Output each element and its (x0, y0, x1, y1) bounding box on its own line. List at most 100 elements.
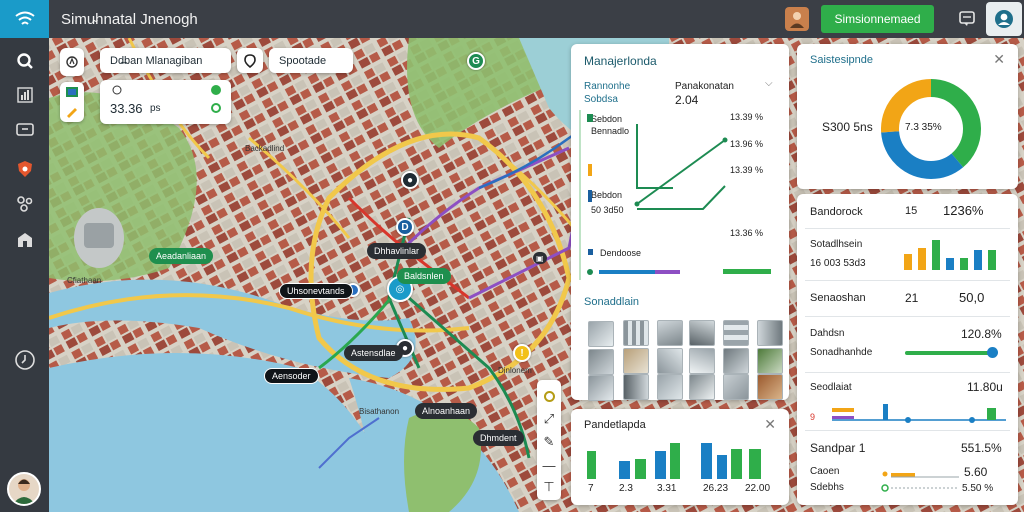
street-label-6: Bisathanon (359, 407, 400, 416)
kpi-row4-value: 120.8% (961, 327, 1002, 341)
map-pin-north[interactable]: G (467, 52, 485, 70)
search-bar[interactable]: Dd̶ban Mlanagiban (100, 48, 231, 73)
app-logo[interactable] (0, 0, 49, 38)
thumbnail-4[interactable] (689, 320, 715, 346)
collapse-chevron-icon[interactable]: ⌵ (765, 78, 773, 89)
kpi-divider (805, 228, 1010, 229)
thumbnail-13[interactable] (588, 375, 614, 401)
map-badge[interactable]: ▣ (533, 252, 547, 264)
screen-icon (15, 122, 34, 136)
location-icon (244, 53, 256, 68)
map-pin-alert[interactable]: ! (513, 344, 531, 362)
account-avatar[interactable] (7, 472, 41, 506)
kpi-mini-chart: 9 (810, 404, 1006, 423)
map-label-station-4[interactable]: Astensdlae (344, 345, 403, 361)
thumbnail-5[interactable] (723, 320, 749, 346)
gauge-tool[interactable] (537, 384, 561, 408)
map-label-street-2[interactable]: Aeadanliaan (149, 248, 214, 264)
map-label-station-5[interactable]: Aensoder (264, 368, 319, 384)
thumbnail-18[interactable] (757, 374, 783, 400)
field1-label: Rannonhe (584, 81, 631, 92)
online-indicator (211, 85, 221, 95)
chat-button[interactable] (948, 0, 986, 38)
district-label-2: Cfiathaan (67, 276, 102, 285)
network-icon (16, 195, 32, 212)
thumbnail-11[interactable] (723, 348, 749, 374)
map-pin-d[interactable]: D (396, 218, 414, 236)
thumbnail-2[interactable] (623, 320, 649, 346)
sidebar-item-network[interactable] (12, 191, 37, 216)
thumbnail-16[interactable] (689, 374, 715, 400)
data-icon[interactable] (65, 86, 79, 98)
simulation-button[interactable]: Simsionnemaed (821, 5, 934, 33)
search-icon (16, 52, 33, 69)
map-tools (60, 82, 84, 122)
thumbnail-9[interactable] (657, 348, 683, 374)
sidebar-item-security[interactable] (12, 156, 37, 181)
kpi-row5-label: Sonadhanhde (810, 347, 873, 358)
kpi-row1-value: 1236% (943, 203, 984, 218)
thumbnail-8[interactable] (623, 348, 649, 374)
sidebar-item-media[interactable] (12, 117, 37, 142)
kpi-divider (805, 280, 1010, 281)
search-label: Dd̶ban Mlanagiban (110, 54, 203, 67)
kpi-bar-chart-1 (904, 240, 996, 270)
app-title: Simu̴hnatal Jnenogh (61, 10, 198, 28)
thumbnail-1[interactable] (588, 321, 614, 347)
edit-icon[interactable] (65, 106, 79, 118)
kpi-row4-label: Dahdsn (810, 328, 845, 339)
sidebar-item-buildings[interactable] (12, 227, 37, 252)
toggle-indicator[interactable] (211, 103, 221, 113)
crop-icon: ⊤ (543, 479, 555, 494)
user-avatar[interactable] (785, 7, 809, 31)
bottom-tick-1: 7 (588, 483, 594, 494)
crop-tool[interactable]: ⊤ (537, 475, 561, 499)
sidebar-item-analytics[interactable] (12, 82, 37, 107)
thumbnail-15[interactable] (657, 374, 683, 400)
field1-value: Sobdsa (584, 94, 618, 105)
status-panel-close-icon[interactable]: ✕ (993, 51, 1005, 68)
info-icon (112, 85, 122, 98)
thumbnail-17[interactable] (723, 374, 749, 400)
kpi-divider (805, 372, 1010, 373)
bar-chart-icon (16, 86, 33, 103)
thumbnail-7[interactable] (588, 349, 614, 375)
thumbnail-3[interactable] (657, 320, 683, 346)
map-label-station-8[interactable]: Dhmdent (473, 430, 524, 446)
thumbnail-10[interactable] (689, 348, 715, 374)
thumbnail-12[interactable] (757, 348, 783, 374)
kpi-divider (805, 316, 1010, 317)
sidebar-item-search[interactable] (12, 48, 37, 73)
mode-selector[interactable]: Spootade (269, 48, 353, 73)
kpi-row9-label: Sdebhs (810, 482, 844, 493)
minus-icon: — (542, 457, 556, 473)
kpi-row9-value: 5.50 % (962, 483, 994, 494)
map-label-station-1[interactable]: Uhsonevtands (279, 283, 353, 299)
map-label-station-3[interactable]: Baldsnlen (397, 268, 451, 284)
kpi-row7-label: Sandpar 1 (810, 441, 866, 455)
bottom-panel-close-icon[interactable]: ✕ (764, 416, 776, 433)
thumbnail-6[interactable] (757, 320, 783, 346)
map-pin-center[interactable]: ● (401, 171, 419, 189)
bottom-tick-4: 26.23 (703, 483, 729, 494)
map-label-station-7[interactable]: Alnoanhaan (415, 403, 478, 419)
pen-tool[interactable]: ✎ (537, 430, 561, 454)
top-bar: Simu̴hnatal Jnenogh Simsionnemaed (0, 0, 1024, 38)
stat-unit: ps (150, 103, 161, 114)
layers-button[interactable] (60, 48, 84, 76)
minus-tool[interactable]: — (537, 453, 561, 477)
sidebar-item-history[interactable] (12, 347, 37, 372)
expand-tool[interactable]: ⤢ (537, 407, 561, 431)
stat-value: 33.36 (110, 101, 143, 116)
thumbnail-14[interactable] (623, 374, 649, 400)
kpi-row3-value: 50,0 (959, 290, 985, 305)
kpi-progress-handle[interactable] (987, 347, 998, 358)
location-button[interactable] (237, 48, 263, 73)
kpi-row3-mid: 21 (905, 291, 919, 305)
kpi-row6-value: 11.80u (967, 380, 1003, 394)
map-label-station-2[interactable]: Dhhavlinlar (367, 243, 427, 259)
kpi-row2-value: 16 003 53d3 (810, 258, 866, 269)
status-panel: Saistesipnde ✕ S300 5ns 7.3 35% (797, 44, 1018, 189)
profile-button[interactable] (986, 2, 1022, 36)
wifi-logo-icon (14, 11, 35, 25)
